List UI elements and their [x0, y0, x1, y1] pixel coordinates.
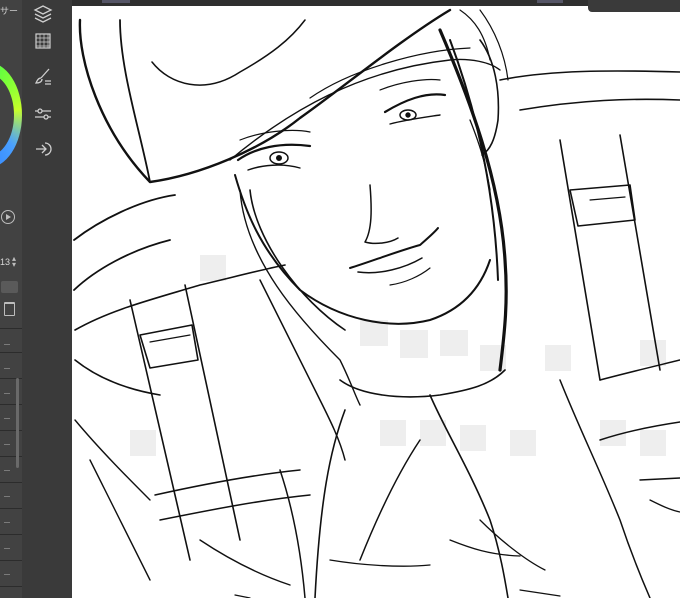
floating-panel-edge	[588, 0, 680, 12]
side-toolbar	[22, 0, 72, 598]
layers-stack-icon[interactable]	[32, 4, 54, 24]
layer-mode-icon[interactable]	[1, 281, 18, 293]
play-icon[interactable]	[1, 210, 15, 224]
layer-handle[interactable]	[4, 393, 10, 394]
layer-handle[interactable]	[4, 470, 10, 471]
layer-handle[interactable]	[4, 444, 10, 445]
left-panel: サー 13 ▴ ▾	[0, 0, 23, 598]
layer-divider	[0, 534, 22, 535]
trash-icon[interactable]	[4, 302, 15, 316]
brush-size-value[interactable]: 13	[0, 257, 10, 267]
canvas-tab[interactable]	[102, 0, 130, 3]
drawing-canvas[interactable]	[72, 6, 680, 598]
layer-divider	[0, 352, 22, 353]
layer-handle[interactable]	[4, 496, 10, 497]
panel-title: サー	[0, 6, 19, 16]
layer-handle[interactable]	[4, 522, 10, 523]
brush-settings-icon[interactable]	[32, 66, 54, 86]
adjust-sliders-icon[interactable]	[32, 104, 54, 124]
layer-handle[interactable]	[4, 418, 10, 419]
layer-handle[interactable]	[4, 344, 10, 345]
layer-handle[interactable]	[4, 548, 10, 549]
line-art-sketch	[73, 8, 680, 598]
layer-divider	[0, 586, 22, 587]
layer-handle[interactable]	[4, 368, 10, 369]
layer-divider	[0, 508, 22, 509]
layer-divider	[0, 328, 22, 329]
layer-handle[interactable]	[4, 574, 10, 575]
texture-grid-icon[interactable]	[32, 31, 54, 51]
canvas-tab[interactable]	[537, 0, 563, 3]
stepper-icon[interactable]: ▴ ▾	[12, 255, 16, 269]
layer-divider	[0, 560, 22, 561]
export-arrow-icon[interactable]	[32, 139, 54, 159]
layer-scrollbar[interactable]	[16, 378, 19, 468]
layer-divider	[0, 482, 22, 483]
